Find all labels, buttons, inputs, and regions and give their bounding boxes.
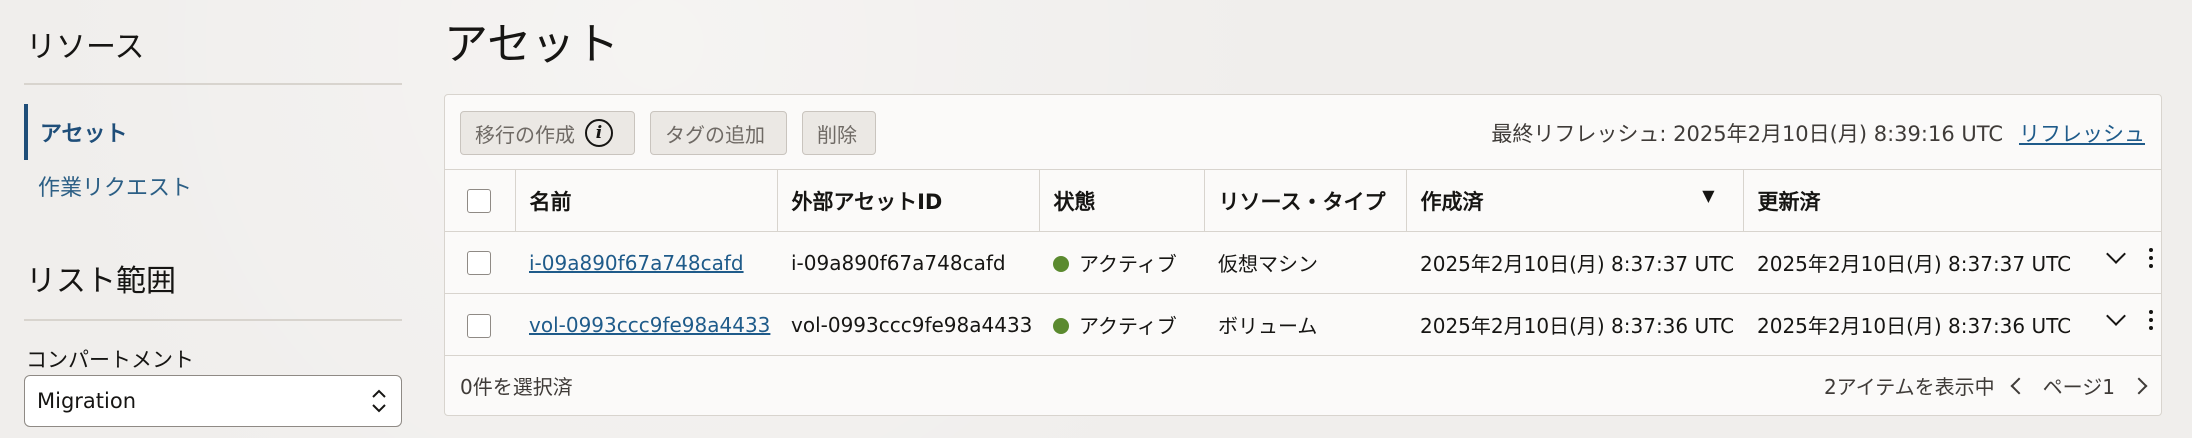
updated-cell: 2025年2月10日(月) 8:37:37 UTC bbox=[1743, 231, 2161, 294]
table-header-row: 名前 外部アセットID 状態 リソース・タイプ 作成済 ▼ 更新済 bbox=[445, 169, 2161, 232]
pagination: 2アイテムを表示中 ページ1 bbox=[1823, 371, 2148, 400]
column-header-resource-type[interactable]: リソース・タイプ bbox=[1204, 169, 1407, 232]
column-header-state[interactable]: 状態 bbox=[1039, 169, 1205, 232]
refresh-link[interactable]: リフレッシュ bbox=[2019, 118, 2145, 148]
table-footer: 0件を選択済 2アイテムを表示中 ページ1 bbox=[445, 355, 2161, 415]
page-title: アセット bbox=[444, 19, 620, 70]
status-dot-icon bbox=[1053, 318, 1069, 335]
column-header-external-id[interactable]: 外部アセットID bbox=[777, 169, 1040, 232]
next-page-icon[interactable] bbox=[2130, 377, 2148, 394]
created-cell: 2025年2月10日(月) 8:37:36 UTC bbox=[1406, 293, 1743, 356]
name-cell: i-09a890f67a748cafd bbox=[515, 231, 777, 294]
sidebar-item-work-requests[interactable]: 作業リクエスト bbox=[24, 158, 324, 214]
status-dot-icon bbox=[1053, 256, 1069, 272]
create-migration-button[interactable]: 移行の作成 i bbox=[460, 111, 635, 155]
sort-desc-icon[interactable]: ▼ bbox=[1702, 186, 1714, 205]
info-icon[interactable]: i bbox=[585, 119, 613, 147]
state-text: アクティブ bbox=[1079, 314, 1177, 339]
kebab-menu-icon[interactable] bbox=[2149, 248, 2153, 268]
updated-text: 2025年2月10日(月) 8:37:37 UTC bbox=[1757, 252, 2072, 276]
resource-type-cell: ボリューム bbox=[1204, 293, 1406, 356]
state-cell: アクティブ bbox=[1039, 231, 1204, 294]
prev-page-icon[interactable] bbox=[2010, 377, 2028, 394]
row-select-cell bbox=[445, 293, 515, 356]
compartment-label: コンパートメント bbox=[26, 348, 194, 372]
expand-chevron-icon[interactable] bbox=[2106, 306, 2126, 327]
sidebar-item-assets[interactable]: アセット bbox=[24, 104, 324, 160]
last-refresh-text: 最終リフレッシュ: 2025年2月10日(月) 8:39:16 UTC bbox=[1491, 122, 2003, 146]
asset-name-link[interactable]: vol-0993ccc9fe98a4433 bbox=[529, 313, 770, 337]
refresh-info: 最終リフレッシュ: 2025年2月10日(月) 8:39:16 UTC リフレッ… bbox=[1491, 111, 2145, 155]
row-actions bbox=[2106, 244, 2153, 268]
create-migration-label: 移行の作成 bbox=[475, 122, 575, 147]
state-text: アクティブ bbox=[1079, 252, 1177, 276]
assets-table: 名前 外部アセットID 状態 リソース・タイプ 作成済 ▼ 更新済 i-09a8… bbox=[445, 169, 2161, 356]
divider bbox=[24, 83, 402, 85]
page-indicator: ページ1 bbox=[2042, 375, 2115, 399]
expand-chevron-icon[interactable] bbox=[2106, 244, 2126, 264]
row-select-cell bbox=[445, 231, 515, 294]
table-row: vol-0993ccc9fe98a4433 vol-0993ccc9fe98a4… bbox=[445, 293, 2161, 356]
toolbar: 移行の作成 i タグの追加 削除 最終リフレッシュ: 2025年2月10日(月)… bbox=[445, 95, 2161, 169]
sidebar: リソース アセット 作業リクエスト リスト範囲 コンパートメント Migrati… bbox=[0, 0, 420, 438]
row-actions bbox=[2106, 306, 2153, 331]
asset-name-link[interactable]: i-09a890f67a748cafd bbox=[529, 251, 744, 275]
sidebar-heading-list-scope: リスト範囲 bbox=[26, 264, 176, 299]
select-all-checkbox[interactable] bbox=[467, 189, 491, 213]
divider bbox=[24, 319, 402, 321]
kebab-menu-icon[interactable] bbox=[2149, 310, 2153, 331]
sidebar-heading-resources: リソース bbox=[26, 30, 145, 65]
created-cell: 2025年2月10日(月) 8:37:37 UTC bbox=[1406, 231, 1743, 294]
external-id-cell: vol-0993ccc9fe98a4433 bbox=[777, 293, 1039, 356]
items-showing: 2アイテムを表示中 bbox=[1823, 375, 1995, 399]
selected-count: 0件を選択済 bbox=[460, 375, 573, 399]
updown-chevron-icon bbox=[372, 389, 386, 413]
updated-text: 2025年2月10日(月) 8:37:36 UTC bbox=[1757, 314, 2072, 339]
created-header-label: 作成済 bbox=[1420, 189, 1484, 214]
compartment-value: Migration bbox=[37, 389, 137, 413]
table-row: i-09a890f67a748cafd i-09a890f67a748cafd … bbox=[445, 231, 2161, 294]
column-header-created[interactable]: 作成済 ▼ bbox=[1406, 169, 1744, 232]
row-checkbox[interactable] bbox=[467, 313, 491, 338]
column-header-name[interactable]: 名前 bbox=[515, 169, 778, 232]
column-header-updated[interactable]: 更新済 bbox=[1743, 169, 2161, 232]
external-id-cell: i-09a890f67a748cafd bbox=[777, 231, 1039, 294]
updated-cell: 2025年2月10日(月) 8:37:36 UTC bbox=[1743, 293, 2161, 356]
add-tag-button[interactable]: タグの追加 bbox=[650, 111, 787, 155]
state-cell: アクティブ bbox=[1039, 293, 1204, 356]
resource-type-cell: 仮想マシン bbox=[1204, 231, 1406, 294]
name-cell: vol-0993ccc9fe98a4433 bbox=[515, 293, 777, 356]
select-all-cell bbox=[445, 169, 516, 232]
assets-panel: 移行の作成 i タグの追加 削除 最終リフレッシュ: 2025年2月10日(月)… bbox=[444, 94, 2162, 416]
compartment-select[interactable]: Migration bbox=[24, 375, 402, 427]
delete-button[interactable]: 削除 bbox=[802, 111, 876, 155]
row-checkbox[interactable] bbox=[467, 251, 491, 276]
